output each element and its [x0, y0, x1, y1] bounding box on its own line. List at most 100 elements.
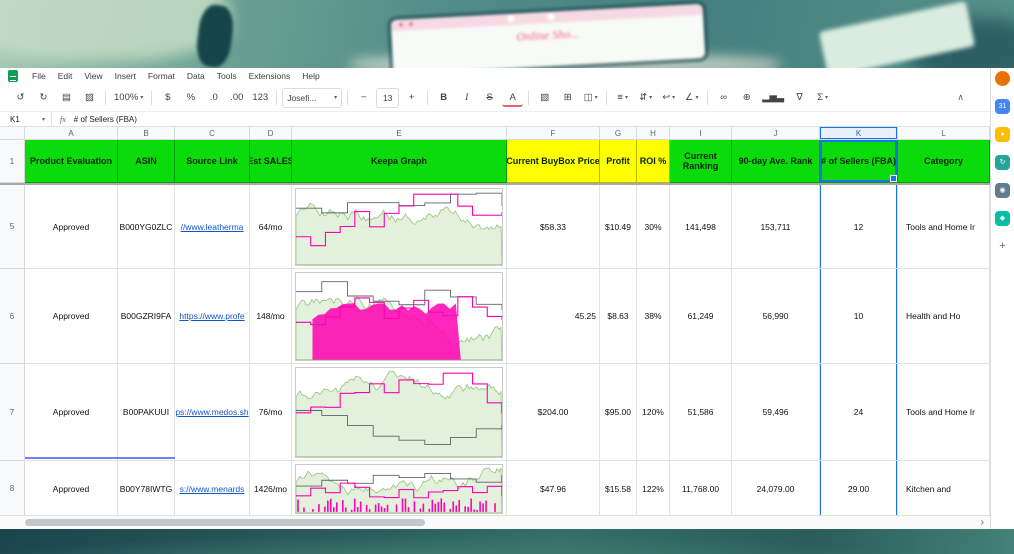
header-cell-6[interactable]: Profit: [600, 140, 637, 183]
vertical-align-button[interactable]: ⇵ ▾: [635, 89, 656, 107]
calendar-icon[interactable]: 31: [995, 99, 1010, 114]
keepa-graph-cell[interactable]: [292, 185, 507, 269]
corner-cell[interactable]: [0, 127, 25, 140]
cell-source_link[interactable]: s://www.menards: [175, 461, 250, 515]
cell-buybox_price[interactable]: $58.33: [507, 185, 600, 269]
insert-comment-button[interactable]: ⊕: [736, 89, 757, 107]
name-box[interactable]: K1 ▾: [0, 112, 52, 126]
text-rotation-button[interactable]: ∠ ▾: [681, 89, 702, 107]
menu-insert[interactable]: Insert: [115, 71, 136, 81]
insert-chart-button[interactable]: ▂▅▃: [759, 89, 787, 107]
cell-est_sales[interactable]: 1426/mo: [250, 461, 292, 515]
header-cell-10[interactable]: # of Sellers (FBA): [820, 140, 898, 183]
column-header-E[interactable]: E: [292, 127, 507, 140]
header-cell-11[interactable]: Category: [898, 140, 990, 183]
increase-font-size-button[interactable]: +: [401, 89, 422, 107]
format-as-currency-button[interactable]: $: [157, 89, 178, 107]
zoom-select-button[interactable]: 100% ▾: [111, 89, 146, 107]
paint-format-button[interactable]: ▨: [79, 89, 100, 107]
decrease-decimal-places-button[interactable]: .0: [203, 89, 224, 107]
menu-tools[interactable]: Tools: [217, 71, 237, 81]
header-cell-0[interactable]: Product Evaluation: [25, 140, 118, 183]
format-as-percent-button[interactable]: %: [180, 89, 201, 107]
cell-current_ranking[interactable]: 61,249: [670, 269, 732, 364]
cell-evaluation[interactable]: Approved: [25, 185, 118, 269]
row-header-7[interactable]: 7: [0, 364, 25, 461]
menu-extensions[interactable]: Extensions: [249, 71, 291, 81]
cell-source_link[interactable]: ps://www.medos.sh: [175, 364, 250, 461]
increase-decimal-places-button[interactable]: .00: [226, 89, 247, 107]
horizontal-scrollbar[interactable]: ›: [0, 515, 990, 529]
cell-category[interactable]: Tools and Home Ir: [898, 185, 990, 269]
cell-asin[interactable]: B000YG0ZLC: [118, 185, 175, 269]
menu-edit[interactable]: Edit: [58, 71, 73, 81]
font-size-input-button[interactable]: 13: [376, 87, 400, 108]
menu-help[interactable]: Help: [302, 71, 319, 81]
text-wrapping-button[interactable]: ↩ ▾: [658, 89, 679, 107]
header-cell-9[interactable]: 90-day Ave. Rank: [732, 140, 820, 183]
borders-button[interactable]: ⊞: [557, 89, 578, 107]
cell-category[interactable]: Health and Ho: [898, 269, 990, 364]
menu-file[interactable]: File: [32, 71, 46, 81]
more-formats-button[interactable]: 123: [249, 89, 271, 107]
column-header-A[interactable]: A: [25, 127, 118, 140]
header-cell-1[interactable]: ASIN: [118, 140, 175, 183]
cell-asin[interactable]: B00GZRI9FA: [118, 269, 175, 364]
functions-button[interactable]: Σ ▾: [812, 89, 833, 107]
cell-avg_rank[interactable]: 59,496: [732, 364, 820, 461]
cell-sellers[interactable]: 10: [820, 269, 898, 364]
cell-current_ranking[interactable]: 51,586: [670, 364, 732, 461]
cell-est_sales[interactable]: 76/mo: [250, 364, 292, 461]
scroll-right-icon[interactable]: ›: [981, 516, 984, 529]
column-header-K[interactable]: K: [820, 127, 898, 140]
print-button[interactable]: ▤: [56, 89, 77, 107]
cell-evaluation[interactable]: Approved: [25, 461, 118, 515]
contacts-icon[interactable]: ◉: [995, 183, 1010, 198]
redo-button[interactable]: ↻: [33, 89, 54, 107]
keep-icon[interactable]: ●: [995, 127, 1010, 142]
fill-color-button[interactable]: ▧: [534, 89, 555, 107]
cell-avg_rank[interactable]: 56,990: [732, 269, 820, 364]
keepa-graph-cell[interactable]: [292, 364, 507, 461]
text-color-button[interactable]: A: [502, 91, 524, 107]
column-header-B[interactable]: B: [118, 127, 175, 140]
bold-button[interactable]: B: [433, 89, 454, 107]
cell-roi[interactable]: 38%: [637, 269, 670, 364]
decrease-font-size-button[interactable]: −: [353, 89, 374, 107]
menu-view[interactable]: View: [84, 71, 102, 81]
menu-format[interactable]: Format: [148, 71, 175, 81]
cell-roi[interactable]: 122%: [637, 461, 670, 515]
merge-cells-button[interactable]: ◫ ▾: [580, 89, 601, 107]
maps-icon[interactable]: ◆: [995, 211, 1010, 226]
strikethrough-button[interactable]: S: [479, 89, 500, 107]
cell-category[interactable]: Tools and Home Ir: [898, 364, 990, 461]
cell-profit[interactable]: $10.49: [600, 185, 637, 269]
header-cell-4[interactable]: Keepa Graph: [292, 140, 507, 183]
cell-asin[interactable]: B00PAKUUI: [118, 364, 175, 461]
row-header-1[interactable]: 1: [0, 140, 25, 183]
cell-profit[interactable]: $95.00: [600, 364, 637, 461]
row-header-8[interactable]: 8: [0, 461, 25, 515]
column-header-C[interactable]: C: [175, 127, 250, 140]
font-select-button[interactable]: Josefi... ▾: [282, 87, 343, 108]
menu-data[interactable]: Data: [187, 71, 205, 81]
header-cell-8[interactable]: Current Ranking: [670, 140, 732, 183]
sheets-logo-icon[interactable]: [8, 70, 18, 82]
cell-source_link[interactable]: https://www.profe: [175, 269, 250, 364]
formula-input[interactable]: # of Sellers (FBA): [74, 115, 137, 124]
column-header-D[interactable]: D: [250, 127, 292, 140]
cell-est_sales[interactable]: 64/mo: [250, 185, 292, 269]
cell-category[interactable]: Kitchen and: [898, 461, 990, 515]
scrollbar-thumb[interactable]: [25, 519, 425, 526]
cell-sellers[interactable]: 24: [820, 364, 898, 461]
row-header-6[interactable]: 6: [0, 269, 25, 364]
column-header-F[interactable]: F: [507, 127, 600, 140]
column-header-J[interactable]: J: [732, 127, 820, 140]
cell-roi[interactable]: 30%: [637, 185, 670, 269]
cell-profit[interactable]: $8.63: [600, 269, 637, 364]
cell-profit[interactable]: $15.58: [600, 461, 637, 515]
column-header-I[interactable]: I: [670, 127, 732, 140]
cell-buybox_price[interactable]: 45.25: [507, 269, 600, 364]
cell-sellers[interactable]: 29.00: [820, 461, 898, 515]
keepa-graph-cell[interactable]: [292, 461, 507, 515]
